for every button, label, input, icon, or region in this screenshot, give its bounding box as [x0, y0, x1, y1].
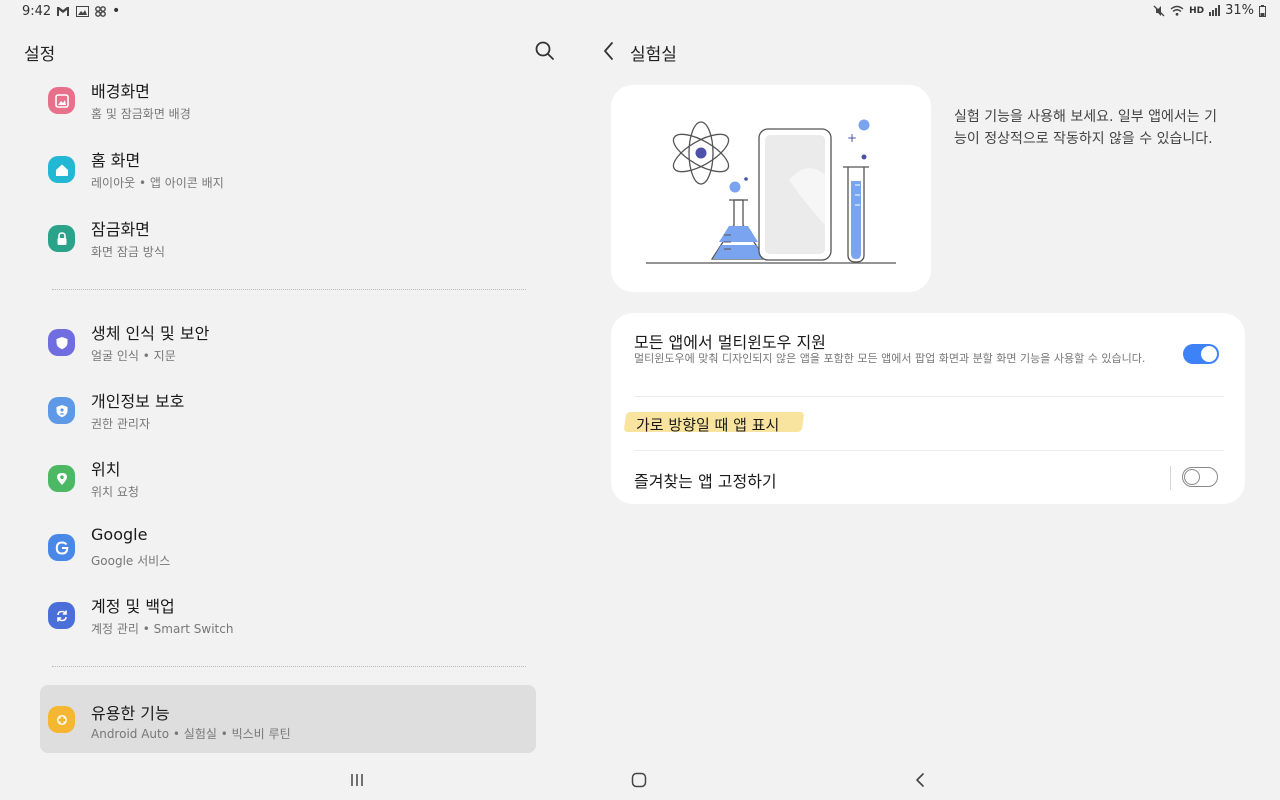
settings-item-lock-screen[interactable]: 잠금화면 화면 잠금 방식 [40, 206, 536, 270]
gallery-icon [76, 5, 89, 17]
pin-favorite-apps-title[interactable]: 즐겨찾는 앱 고정하기 [634, 468, 777, 492]
back-button[interactable] [600, 40, 618, 62]
labs-pane: 실험실 + 실험 기능을 사용해 보세요. 일부 앱에서는 기능이 정상적으로 … [586, 24, 1280, 760]
settings-item-location[interactable]: 위치 위치 요청 [40, 446, 536, 510]
settings-item-privacy[interactable]: 개인정보 보호 권한 관리자 [40, 378, 536, 442]
item-subtitle: 화면 잠금 방식 [91, 245, 165, 259]
labs-settings-card: 모든 앱에서 멀티윈도우 지원 멀티윈도우에 맞춰 디자인되지 않은 앱을 포함… [611, 313, 1245, 504]
item-subtitle: 위치 요청 [91, 485, 139, 499]
wallpaper-icon [48, 87, 75, 114]
multiwindow-all-apps-subtitle: 멀티윈도우에 맞춰 디자인되지 않은 앱을 포함한 모든 앱에서 팝업 화면과 … [634, 352, 1146, 365]
item-subtitle: Android Auto • 실험실 • 빅스비 루틴 [91, 727, 291, 741]
labs-description: 실험 기능을 사용해 보세요. 일부 앱에서는 기능이 정상적으로 작동하지 않… [954, 109, 1217, 147]
settings-item-wallpaper[interactable]: 배경화면 홈 및 잠금화면 배경 [40, 68, 536, 132]
item-subtitle: 얼굴 인식 • 지문 [91, 349, 176, 363]
back-nav-icon [916, 773, 924, 787]
item-title: 개인정보 보호 [91, 392, 185, 411]
pin-favorite-apps-toggle[interactable] [1182, 467, 1218, 487]
row-divider [634, 450, 1224, 451]
home-nav-icon [631, 772, 647, 788]
multiwindow-all-apps-title[interactable]: 모든 앱에서 멀티윈도우 지원 [634, 329, 826, 353]
settings-item-advanced-features[interactable]: 유용한 기능 Android Auto • 실험실 • 빅스비 루틴 [40, 685, 536, 753]
row-divider [634, 396, 1224, 397]
navigation-bar [0, 760, 1280, 800]
item-subtitle: 권한 관리자 [91, 417, 151, 431]
mute-icon [1153, 5, 1165, 16]
location-icon [48, 465, 75, 492]
item-title: Google [91, 525, 148, 544]
test-tube-icon: + [843, 119, 870, 263]
shield-icon [48, 329, 75, 356]
battery-percent: 31% [1225, 3, 1254, 18]
item-subtitle: 레이아웃 • 앱 아이콘 배지 [91, 176, 224, 190]
recent-apps-icon [351, 774, 363, 786]
hd-voice-icon: HD [1189, 5, 1205, 16]
item-title: 잠금화면 [91, 220, 150, 239]
toggle-knob [1184, 469, 1200, 485]
item-title: 배경화면 [91, 82, 150, 101]
sync-icon [48, 602, 75, 629]
back-arrow-icon [604, 42, 613, 60]
item-subtitle: Google 서비스 [91, 554, 171, 568]
app-icon [95, 5, 106, 17]
notification-icons: • [56, 3, 120, 19]
labs-illustration: + [646, 119, 896, 264]
battery-icon [1259, 4, 1266, 17]
item-subtitle: 홈 및 잠금화면 배경 [91, 107, 191, 121]
system-icons: HD 31% [1153, 3, 1266, 18]
svg-text:+: + [847, 131, 857, 145]
settings-item-google[interactable]: Google Google 서비스 [40, 515, 536, 579]
privacy-icon [48, 397, 75, 424]
settings-pane: 설정 배경화면 홈 및 잠금화면 배경 홈 화면 레이아웃 • 앱 아이콘 배지… [0, 24, 576, 760]
item-subtitle: 계정 관리 • Smart Switch [91, 622, 234, 636]
settings-item-biometrics-security[interactable]: 생체 인식 및 보안 얼굴 인식 • 지문 [40, 310, 536, 374]
atom-icon [672, 121, 730, 185]
item-title: 유용한 기능 [91, 704, 170, 723]
page-title: 실험실 [630, 45, 677, 65]
item-title: 홈 화면 [91, 151, 141, 170]
labs-illustration-card: + [611, 85, 931, 292]
signal-icon [1209, 5, 1221, 16]
flask-icon [710, 199, 767, 260]
home-button[interactable] [625, 766, 653, 794]
toggle-divider [1170, 466, 1171, 490]
dot-icon: • [112, 3, 121, 19]
settings-item-accounts-backup[interactable]: 계정 및 백업 계정 관리 • Smart Switch [40, 583, 536, 647]
item-title: 계정 및 백업 [91, 597, 175, 616]
toggle-knob [1201, 346, 1217, 362]
landscape-app-display-item[interactable]: 가로 방향일 때 앱 표시 [636, 414, 779, 435]
item-title: 생체 인식 및 보안 [91, 324, 210, 343]
status-bar: 9:42 • HD 31% [0, 0, 1280, 24]
search-icon [535, 41, 554, 60]
back-nav-button[interactable] [906, 766, 934, 794]
status-time: 9:42 [22, 4, 52, 19]
search-button[interactable] [534, 40, 556, 62]
section-divider [52, 289, 526, 290]
wifi-icon [1170, 5, 1184, 16]
lock-icon [48, 225, 75, 252]
home-icon [48, 156, 75, 183]
gmail-icon [57, 6, 69, 16]
settings-item-home-screen[interactable]: 홈 화면 레이아웃 • 앱 아이콘 배지 [40, 137, 536, 201]
puzzle-icon [48, 706, 75, 733]
recent-apps-button[interactable] [343, 766, 371, 794]
section-divider [52, 666, 526, 667]
google-icon [48, 534, 75, 561]
item-title: 위치 [91, 460, 121, 479]
phone-icon [758, 128, 832, 261]
page-title: 설정 [24, 45, 56, 65]
multiwindow-all-apps-toggle[interactable] [1183, 344, 1219, 364]
